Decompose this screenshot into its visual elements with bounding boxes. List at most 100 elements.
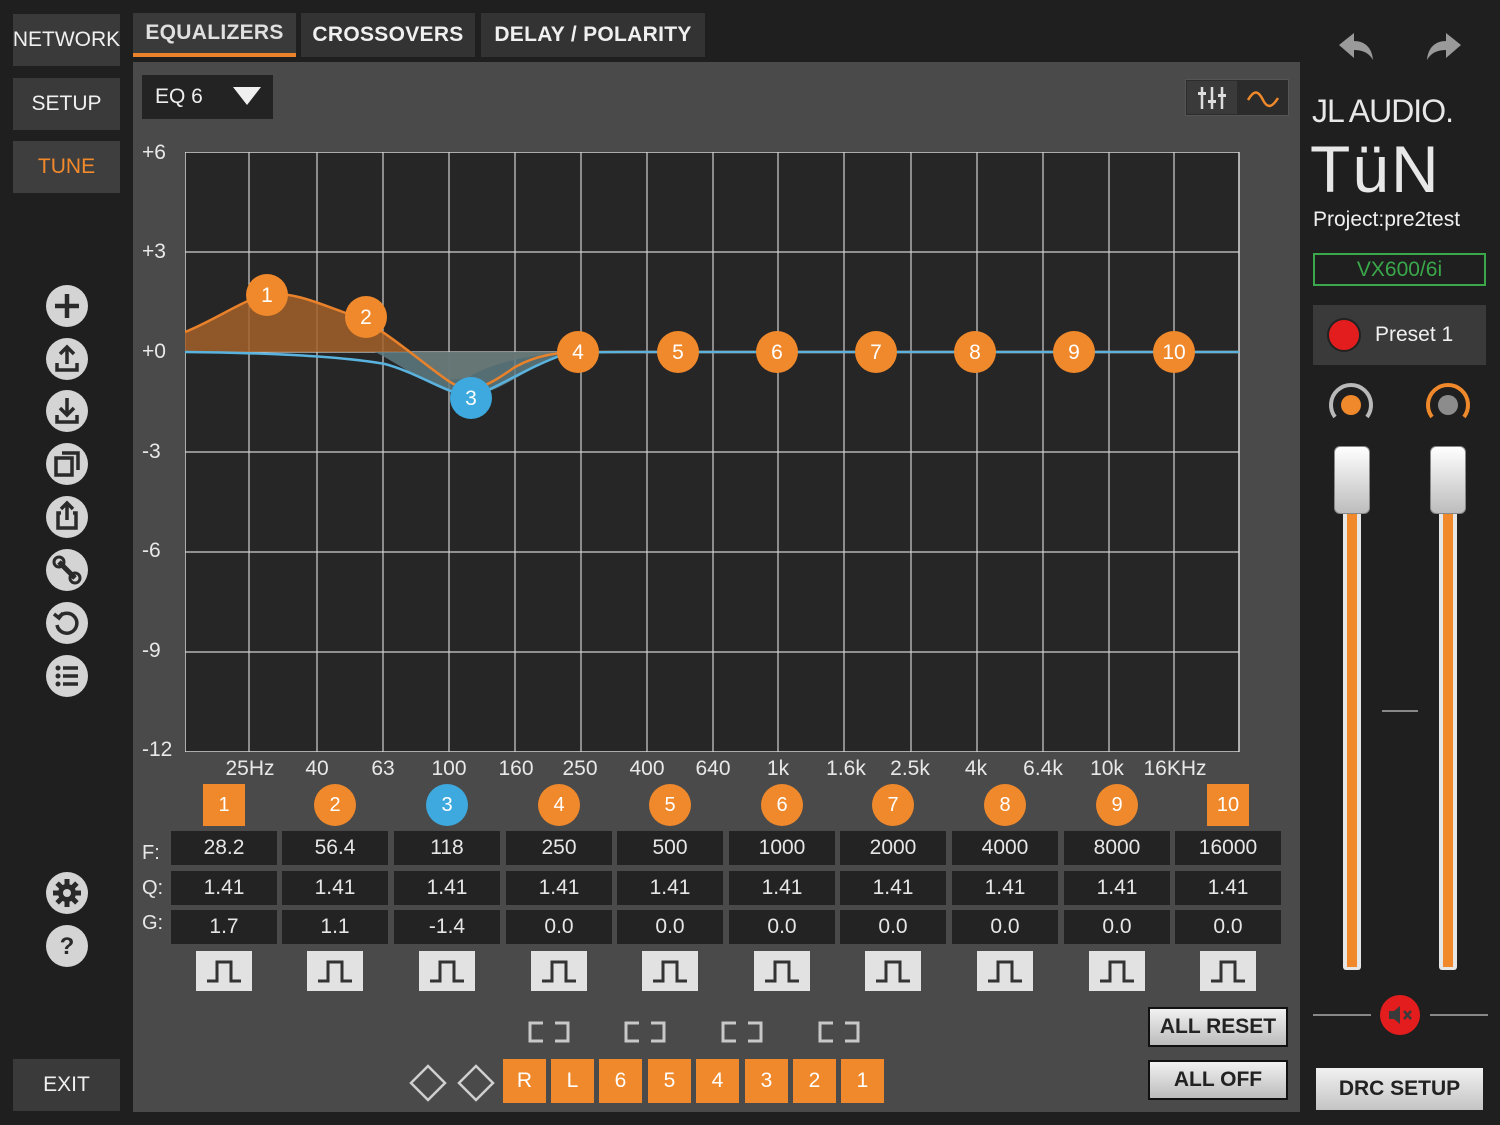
gain-field-3[interactable]: -1.4 [394, 910, 500, 944]
tab-equalizers[interactable]: EQUALIZERS [133, 13, 296, 57]
channel-button-1[interactable]: 1 [841, 1059, 884, 1103]
q-field-7[interactable]: 1.41 [840, 871, 946, 905]
q-field-1[interactable]: 1.41 [171, 871, 277, 905]
copy-icon[interactable] [45, 442, 89, 486]
help-icon[interactable]: ? [45, 924, 89, 968]
exit-button[interactable]: EXIT [13, 1059, 120, 1111]
gain-field-8[interactable]: 0.0 [952, 910, 1058, 944]
link-channels-icon[interactable] [526, 1020, 572, 1044]
all-off-button[interactable]: ALL OFF [1148, 1060, 1288, 1100]
redo-icon[interactable] [1424, 30, 1464, 64]
freq-field-8[interactable]: 4000 [952, 831, 1058, 865]
filter-type-button[interactable] [1089, 951, 1145, 991]
mute-icon[interactable] [1379, 994, 1421, 1036]
channel-button-4[interactable]: 4 [696, 1059, 739, 1103]
band-tag-4[interactable]: 4 [538, 784, 580, 826]
knob-icon[interactable] [1327, 381, 1375, 427]
filter-type-button[interactable] [977, 951, 1033, 991]
channel-button-5[interactable]: 5 [648, 1059, 691, 1103]
freq-field-7[interactable]: 2000 [840, 831, 946, 865]
eq-node-4[interactable]: 4 [557, 331, 599, 373]
eq-node-10[interactable]: 10 [1153, 331, 1195, 373]
channel-button-r[interactable]: R [503, 1059, 546, 1103]
undo-icon[interactable] [1336, 30, 1376, 64]
eq-node-8[interactable]: 8 [954, 331, 996, 373]
q-field-8[interactable]: 1.41 [952, 871, 1058, 905]
tab-crossovers[interactable]: CROSSOVERS [301, 13, 475, 57]
q-field-5[interactable]: 1.41 [617, 871, 723, 905]
curve-view-icon[interactable] [1238, 80, 1288, 115]
link-channels-icon[interactable] [622, 1020, 668, 1044]
channel-button-2[interactable]: 2 [793, 1059, 836, 1103]
freq-field-6[interactable]: 1000 [729, 831, 835, 865]
fader-handle-right[interactable] [1430, 446, 1466, 514]
eq-node-2[interactable]: 2 [345, 296, 387, 338]
gain-field-7[interactable]: 0.0 [840, 910, 946, 944]
gain-field-1[interactable]: 1.7 [171, 910, 277, 944]
gain-field-10[interactable]: 0.0 [1175, 910, 1281, 944]
gain-field-2[interactable]: 1.1 [282, 910, 388, 944]
channel-button-6[interactable]: 6 [599, 1059, 642, 1103]
add-icon[interactable] [45, 284, 89, 328]
link-channels-icon[interactable] [816, 1020, 862, 1044]
freq-field-1[interactable]: 28.2 [171, 831, 277, 865]
eq-node-5[interactable]: 5 [657, 331, 699, 373]
band-tag-3[interactable]: 3 [426, 784, 468, 826]
sliders-view-icon[interactable] [1186, 80, 1238, 115]
gain-field-4[interactable]: 0.0 [506, 910, 612, 944]
share-icon[interactable] [45, 495, 89, 539]
eq-node-9[interactable]: 9 [1053, 331, 1095, 373]
nav-tune-button[interactable]: TUNE [13, 141, 120, 193]
q-field-6[interactable]: 1.41 [729, 871, 835, 905]
freq-field-10[interactable]: 16000 [1175, 831, 1281, 865]
filter-type-button[interactable] [419, 951, 475, 991]
band-tag-9[interactable]: 9 [1096, 784, 1138, 826]
filter-type-button[interactable] [865, 951, 921, 991]
preset-button[interactable]: Preset 1 [1313, 305, 1486, 365]
freq-field-4[interactable]: 250 [506, 831, 612, 865]
filter-type-button[interactable] [531, 951, 587, 991]
freq-field-2[interactable]: 56.4 [282, 831, 388, 865]
channel-button-3[interactable]: 3 [745, 1059, 788, 1103]
fader-track-left[interactable] [1343, 495, 1361, 970]
filter-type-button[interactable] [307, 951, 363, 991]
download-icon[interactable] [45, 389, 89, 433]
tab-delay-polarity[interactable]: DELAY / POLARITY [481, 13, 705, 57]
settings-gear-icon[interactable] [45, 871, 89, 915]
filter-type-button[interactable] [754, 951, 810, 991]
filter-type-button[interactable] [1200, 951, 1256, 991]
eq-node-6[interactable]: 6 [756, 331, 798, 373]
eq-node-7[interactable]: 7 [855, 331, 897, 373]
list-icon[interactable] [45, 654, 89, 698]
upload-icon[interactable] [45, 337, 89, 381]
undo-history-icon[interactable] [45, 601, 89, 645]
freq-field-9[interactable]: 8000 [1064, 831, 1170, 865]
q-field-4[interactable]: 1.41 [506, 871, 612, 905]
q-field-3[interactable]: 1.41 [394, 871, 500, 905]
filter-type-button[interactable] [196, 951, 252, 991]
q-field-10[interactable]: 1.41 [1175, 871, 1281, 905]
eq-graph[interactable]: 1 2 3 4 5 6 7 8 9 10 [185, 152, 1240, 752]
band-tag-8[interactable]: 8 [984, 784, 1026, 826]
band-tag-7[interactable]: 7 [872, 784, 914, 826]
freq-field-5[interactable]: 500 [617, 831, 723, 865]
channel-button-l[interactable]: L [551, 1059, 594, 1103]
wrench-icon[interactable] [45, 548, 89, 592]
all-reset-button[interactable]: ALL RESET [1148, 1007, 1288, 1047]
band-tag-10[interactable]: 10 [1207, 784, 1249, 826]
gain-field-6[interactable]: 0.0 [729, 910, 835, 944]
fader-handle-left[interactable] [1334, 446, 1370, 514]
diamond-icon[interactable] [408, 1063, 448, 1103]
eq-node-3[interactable]: 3 [450, 377, 492, 419]
eq-select-dropdown[interactable]: EQ 6 [142, 75, 273, 119]
band-tag-6[interactable]: 6 [761, 784, 803, 826]
nav-network-button[interactable]: NETWORK [13, 14, 120, 66]
fader-track-right[interactable] [1439, 495, 1457, 970]
eq-node-1[interactable]: 1 [246, 274, 288, 316]
drc-setup-button[interactable]: DRC SETUP [1316, 1068, 1483, 1110]
gain-field-9[interactable]: 0.0 [1064, 910, 1170, 944]
band-tag-5[interactable]: 5 [649, 784, 691, 826]
filter-type-button[interactable] [642, 951, 698, 991]
link-channels-icon[interactable] [719, 1020, 765, 1044]
q-field-2[interactable]: 1.41 [282, 871, 388, 905]
